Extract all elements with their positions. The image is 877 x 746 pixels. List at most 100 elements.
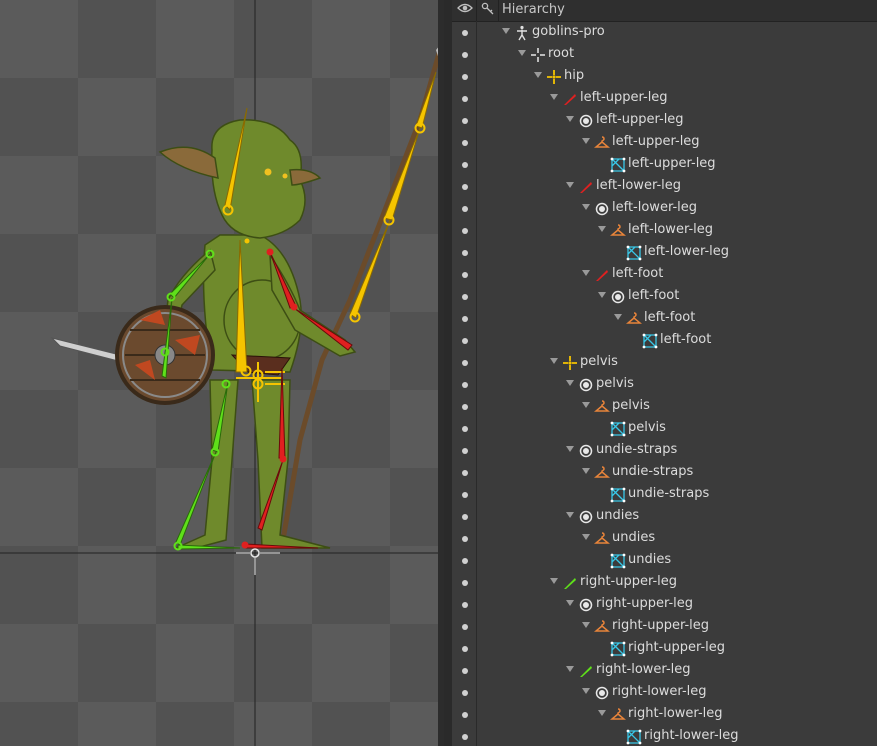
expand-arrow-icon[interactable] — [582, 468, 590, 474]
mesh-icon — [610, 487, 626, 503]
expand-arrow-icon[interactable] — [598, 226, 606, 232]
tree-row[interactable]: root — [452, 44, 877, 66]
expand-arrow-icon[interactable] — [582, 622, 590, 628]
expand-arrow-icon[interactable] — [550, 358, 558, 364]
visibility-toggle[interactable] — [462, 470, 468, 476]
visibility-toggle[interactable] — [462, 206, 468, 212]
tree-row[interactable]: undies — [452, 550, 877, 572]
tree-row[interactable]: right-upper-leg — [452, 616, 877, 638]
expand-arrow-icon[interactable] — [502, 28, 510, 34]
tree-row[interactable]: left-foot — [452, 264, 877, 286]
visibility-toggle[interactable] — [462, 426, 468, 432]
visibility-toggle[interactable] — [462, 338, 468, 344]
visibility-toggle[interactable] — [462, 624, 468, 630]
viewport[interactable] — [0, 0, 444, 746]
tree-row[interactable]: left-foot — [452, 330, 877, 352]
tree-row[interactable]: undie-straps — [452, 484, 877, 506]
expand-arrow-icon[interactable] — [614, 314, 622, 320]
visibility-toggle[interactable] — [462, 294, 468, 300]
visibility-toggle[interactable] — [462, 536, 468, 542]
expand-arrow-icon[interactable] — [550, 578, 558, 584]
tree-row[interactable]: left-lower-leg — [452, 198, 877, 220]
expand-arrow-icon[interactable] — [582, 688, 590, 694]
tree-row[interactable]: right-upper-leg — [452, 572, 877, 594]
slot-icon — [594, 685, 610, 701]
expand-arrow-icon[interactable] — [566, 512, 574, 518]
goblin-scene[interactable] — [0, 0, 444, 746]
tree-row[interactable]: left-foot — [452, 286, 877, 308]
tree-row[interactable]: left-foot — [452, 308, 877, 330]
tree-row[interactable]: left-lower-leg — [452, 176, 877, 198]
tree-row[interactable]: right-lower-leg — [452, 704, 877, 726]
panel-splitter[interactable] — [444, 0, 452, 746]
tree-row[interactable]: pelvis — [452, 418, 877, 440]
tree-row[interactable]: pelvis — [452, 352, 877, 374]
expand-arrow-icon[interactable] — [566, 380, 574, 386]
tree-row[interactable]: undie-straps — [452, 462, 877, 484]
visibility-toggle[interactable] — [462, 360, 468, 366]
expand-arrow-icon[interactable] — [550, 94, 558, 100]
visibility-toggle[interactable] — [462, 492, 468, 498]
tree-row[interactable]: left-upper-leg — [452, 88, 877, 110]
visibility-toggle[interactable] — [462, 96, 468, 102]
tree-row[interactable]: left-lower-leg — [452, 242, 877, 264]
visibility-toggle[interactable] — [462, 712, 468, 718]
visibility-toggle[interactable] — [462, 184, 468, 190]
tree-row[interactable]: pelvis — [452, 374, 877, 396]
visibility-toggle[interactable] — [462, 74, 468, 80]
visibility-toggle[interactable] — [462, 668, 468, 674]
expand-arrow-icon[interactable] — [566, 182, 574, 188]
expand-arrow-icon[interactable] — [582, 534, 590, 540]
tree-row[interactable]: undies — [452, 506, 877, 528]
expand-arrow-icon[interactable] — [598, 710, 606, 716]
hierarchy-header: Hierarchy — [452, 0, 877, 22]
visibility-toggle[interactable] — [462, 52, 468, 58]
visibility-toggle[interactable] — [462, 272, 468, 278]
mesh-icon — [610, 157, 626, 173]
expand-arrow-icon[interactable] — [582, 138, 590, 144]
expand-arrow-icon[interactable] — [598, 292, 606, 298]
visibility-toggle[interactable] — [462, 602, 468, 608]
tree-row[interactable]: left-upper-leg — [452, 110, 877, 132]
visibility-toggle[interactable] — [462, 140, 468, 146]
tree-row[interactable]: left-upper-leg — [452, 132, 877, 154]
expand-arrow-icon[interactable] — [534, 72, 542, 78]
tree-row[interactable]: right-lower-leg — [452, 660, 877, 682]
visibility-toggle[interactable] — [462, 228, 468, 234]
key-icon[interactable] — [479, 2, 497, 18]
expand-arrow-icon[interactable] — [566, 600, 574, 606]
visibility-toggle[interactable] — [462, 30, 468, 36]
visibility-toggle[interactable] — [462, 448, 468, 454]
visibility-toggle[interactable] — [462, 734, 468, 740]
tree-row[interactable]: right-lower-leg — [452, 726, 877, 746]
expand-arrow-icon[interactable] — [518, 50, 526, 56]
tree-row[interactable]: pelvis — [452, 396, 877, 418]
tree-row[interactable]: left-upper-leg — [452, 154, 877, 176]
tree-row[interactable]: right-upper-leg — [452, 594, 877, 616]
visibility-toggle[interactable] — [462, 118, 468, 124]
expand-arrow-icon[interactable] — [582, 402, 590, 408]
visibility-toggle[interactable] — [462, 580, 468, 586]
tree-row[interactable]: goblins-pro — [452, 22, 877, 44]
visibility-toggle[interactable] — [462, 646, 468, 652]
visibility-toggle[interactable] — [462, 514, 468, 520]
expand-arrow-icon[interactable] — [582, 270, 590, 276]
visibility-toggle[interactable] — [462, 382, 468, 388]
visibility-toggle[interactable] — [462, 250, 468, 256]
tree-row[interactable]: undies — [452, 528, 877, 550]
expand-arrow-icon[interactable] — [566, 446, 574, 452]
tree-row[interactable]: hip — [452, 66, 877, 88]
tree-row[interactable]: undie-straps — [452, 440, 877, 462]
eye-icon[interactable] — [456, 2, 474, 18]
expand-arrow-icon[interactable] — [582, 204, 590, 210]
visibility-toggle[interactable] — [462, 162, 468, 168]
visibility-toggle[interactable] — [462, 404, 468, 410]
tree-row[interactable]: right-upper-leg — [452, 638, 877, 660]
visibility-toggle[interactable] — [462, 558, 468, 564]
visibility-toggle[interactable] — [462, 690, 468, 696]
tree-row[interactable]: left-lower-leg — [452, 220, 877, 242]
tree-row[interactable]: right-lower-leg — [452, 682, 877, 704]
expand-arrow-icon[interactable] — [566, 666, 574, 672]
expand-arrow-icon[interactable] — [566, 116, 574, 122]
visibility-toggle[interactable] — [462, 316, 468, 322]
